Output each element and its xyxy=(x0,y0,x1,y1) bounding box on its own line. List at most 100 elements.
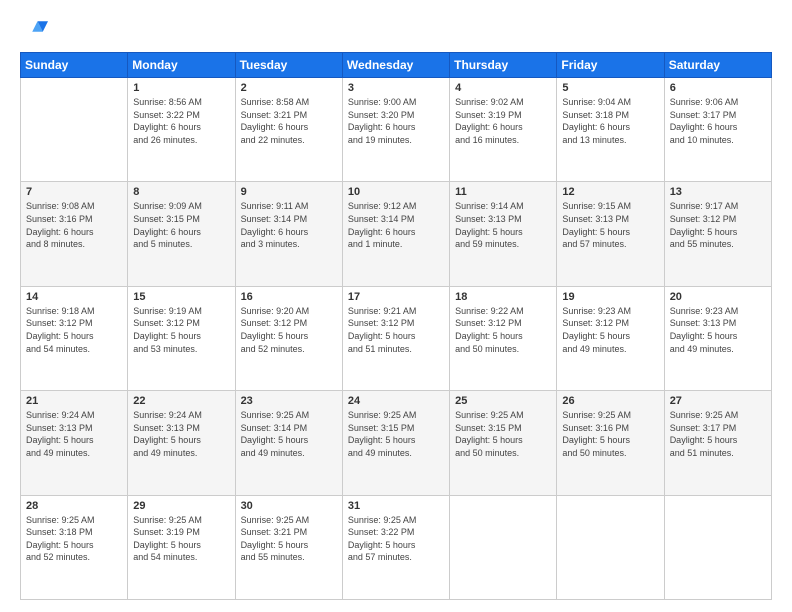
calendar-cell: 22 Sunrise: 9:24 AM Sunset: 3:13 PM Dayli… xyxy=(128,391,235,495)
weekday-header-monday: Monday xyxy=(128,53,235,78)
day-number: 2 xyxy=(241,82,337,94)
calendar-cell: 3 Sunrise: 9:00 AM Sunset: 3:20 PM Daylig… xyxy=(342,78,449,182)
day-number: 19 xyxy=(562,291,658,303)
calendar-cell: 30Sunrise: 9:25 AM Sunset: 3:21 PM Dayli… xyxy=(235,495,342,599)
day-number: 29 xyxy=(133,500,229,512)
day-number: 9 xyxy=(241,186,337,198)
weekday-header-row: SundayMondayTuesdayWednesdayThursdayFrid… xyxy=(21,53,772,78)
page: SundayMondayTuesdayWednesdayThursdayFrid… xyxy=(0,0,792,612)
logo-icon xyxy=(20,16,48,44)
day-info: Sunrise: 9:24 AM Sunset: 3:13 PM Dayligh… xyxy=(26,409,122,459)
weekday-header-wednesday: Wednesday xyxy=(342,53,449,78)
day-number: 7 xyxy=(26,186,122,198)
day-info: Sunrise: 9:25 AM Sunset: 3:18 PM Dayligh… xyxy=(26,514,122,564)
weekday-header-friday: Friday xyxy=(557,53,664,78)
calendar-cell: 29 Sunrise: 9:25 AM Sunset: 3:19 PM Dayli… xyxy=(128,495,235,599)
day-info: Sunrise: 9:23 AM Sunset: 3:12 PM Dayligh… xyxy=(562,305,658,355)
week-row-5: 28Sunrise: 9:25 AM Sunset: 3:18 PM Dayli… xyxy=(21,495,772,599)
day-number: 30 xyxy=(241,500,337,512)
day-info: Sunrise: 9:09 AM Sunset: 3:15 PM Dayligh… xyxy=(133,200,229,250)
calendar-cell: 2 Sunrise: 8:58 AM Sunset: 3:21 PM Daylig… xyxy=(235,78,342,182)
day-number: 13 xyxy=(670,186,766,198)
day-info: Sunrise: 9:25 AM Sunset: 3:22 PM Dayligh… xyxy=(348,514,444,564)
weekday-header-thursday: Thursday xyxy=(450,53,557,78)
day-info: Sunrise: 9:25 AM Sunset: 3:14 PM Dayligh… xyxy=(241,409,337,459)
day-number: 6 xyxy=(670,82,766,94)
day-info: Sunrise: 9:04 AM Sunset: 3:18 PM Dayligh… xyxy=(562,96,658,146)
calendar-cell xyxy=(21,78,128,182)
day-number: 21 xyxy=(26,395,122,407)
day-info: Sunrise: 9:25 AM Sunset: 3:16 PM Dayligh… xyxy=(562,409,658,459)
calendar-cell xyxy=(664,495,771,599)
calendar-cell: 21 Sunrise: 9:24 AM Sunset: 3:13 PM Dayli… xyxy=(21,391,128,495)
week-row-4: 21 Sunrise: 9:24 AM Sunset: 3:13 PM Dayli… xyxy=(21,391,772,495)
weekday-header-sunday: Sunday xyxy=(21,53,128,78)
day-info: Sunrise: 9:21 AM Sunset: 3:12 PM Dayligh… xyxy=(348,305,444,355)
day-number: 23 xyxy=(241,395,337,407)
day-info: Sunrise: 9:14 AM Sunset: 3:13 PM Dayligh… xyxy=(455,200,551,250)
calendar-cell: 6 Sunrise: 9:06 AM Sunset: 3:17 PM Daylig… xyxy=(664,78,771,182)
day-number: 12 xyxy=(562,186,658,198)
calendar-cell: 31Sunrise: 9:25 AM Sunset: 3:22 PM Dayli… xyxy=(342,495,449,599)
weekday-header-tuesday: Tuesday xyxy=(235,53,342,78)
day-info: Sunrise: 9:25 AM Sunset: 3:15 PM Dayligh… xyxy=(348,409,444,459)
day-number: 3 xyxy=(348,82,444,94)
day-info: Sunrise: 9:20 AM Sunset: 3:12 PM Dayligh… xyxy=(241,305,337,355)
day-number: 25 xyxy=(455,395,551,407)
calendar-cell: 9Sunrise: 9:11 AM Sunset: 3:14 PM Daylig… xyxy=(235,182,342,286)
day-info: Sunrise: 9:19 AM Sunset: 3:12 PM Dayligh… xyxy=(133,305,229,355)
day-number: 10 xyxy=(348,186,444,198)
day-number: 14 xyxy=(26,291,122,303)
day-number: 27 xyxy=(670,395,766,407)
day-info: Sunrise: 9:12 AM Sunset: 3:14 PM Dayligh… xyxy=(348,200,444,250)
day-number: 18 xyxy=(455,291,551,303)
day-number: 16 xyxy=(241,291,337,303)
day-info: Sunrise: 9:08 AM Sunset: 3:16 PM Dayligh… xyxy=(26,200,122,250)
week-row-3: 14 Sunrise: 9:18 AM Sunset: 3:12 PM Dayli… xyxy=(21,286,772,390)
calendar-cell: 26 Sunrise: 9:25 AM Sunset: 3:16 PM Dayli… xyxy=(557,391,664,495)
day-info: Sunrise: 8:56 AM Sunset: 3:22 PM Dayligh… xyxy=(133,96,229,146)
day-info: Sunrise: 9:15 AM Sunset: 3:13 PM Dayligh… xyxy=(562,200,658,250)
calendar-cell: 23 Sunrise: 9:25 AM Sunset: 3:14 PM Dayli… xyxy=(235,391,342,495)
calendar-cell: 20Sunrise: 9:23 AM Sunset: 3:13 PM Dayli… xyxy=(664,286,771,390)
calendar-cell xyxy=(450,495,557,599)
day-info: Sunrise: 9:17 AM Sunset: 3:12 PM Dayligh… xyxy=(670,200,766,250)
day-info: Sunrise: 9:22 AM Sunset: 3:12 PM Dayligh… xyxy=(455,305,551,355)
calendar-cell: 18 Sunrise: 9:22 AM Sunset: 3:12 PM Dayli… xyxy=(450,286,557,390)
day-info: Sunrise: 9:02 AM Sunset: 3:19 PM Dayligh… xyxy=(455,96,551,146)
day-info: Sunrise: 9:06 AM Sunset: 3:17 PM Dayligh… xyxy=(670,96,766,146)
day-info: Sunrise: 9:25 AM Sunset: 3:15 PM Dayligh… xyxy=(455,409,551,459)
calendar-cell: 5 Sunrise: 9:04 AM Sunset: 3:18 PM Daylig… xyxy=(557,78,664,182)
day-info: Sunrise: 8:58 AM Sunset: 3:21 PM Dayligh… xyxy=(241,96,337,146)
calendar-cell: 14 Sunrise: 9:18 AM Sunset: 3:12 PM Dayli… xyxy=(21,286,128,390)
day-info: Sunrise: 9:25 AM Sunset: 3:19 PM Dayligh… xyxy=(133,514,229,564)
calendar-cell: 7 Sunrise: 9:08 AM Sunset: 3:16 PM Daylig… xyxy=(21,182,128,286)
day-number: 15 xyxy=(133,291,229,303)
day-number: 24 xyxy=(348,395,444,407)
calendar-cell: 15 Sunrise: 9:19 AM Sunset: 3:12 PM Dayli… xyxy=(128,286,235,390)
day-info: Sunrise: 9:18 AM Sunset: 3:12 PM Dayligh… xyxy=(26,305,122,355)
calendar-cell: 27 Sunrise: 9:25 AM Sunset: 3:17 PM Dayli… xyxy=(664,391,771,495)
calendar-cell: 12 Sunrise: 9:15 AM Sunset: 3:13 PM Dayli… xyxy=(557,182,664,286)
calendar-cell: 28Sunrise: 9:25 AM Sunset: 3:18 PM Dayli… xyxy=(21,495,128,599)
calendar-cell: 10 Sunrise: 9:12 AM Sunset: 3:14 PM Dayli… xyxy=(342,182,449,286)
day-info: Sunrise: 9:24 AM Sunset: 3:13 PM Dayligh… xyxy=(133,409,229,459)
calendar-cell: 1Sunrise: 8:56 AM Sunset: 3:22 PM Daylig… xyxy=(128,78,235,182)
day-info: Sunrise: 9:25 AM Sunset: 3:17 PM Dayligh… xyxy=(670,409,766,459)
day-number: 22 xyxy=(133,395,229,407)
day-number: 20 xyxy=(670,291,766,303)
day-info: Sunrise: 9:00 AM Sunset: 3:20 PM Dayligh… xyxy=(348,96,444,146)
calendar-cell: 25 Sunrise: 9:25 AM Sunset: 3:15 PM Dayli… xyxy=(450,391,557,495)
day-number: 4 xyxy=(455,82,551,94)
logo xyxy=(20,16,52,44)
header xyxy=(20,16,772,44)
calendar-cell: 11 Sunrise: 9:14 AM Sunset: 3:13 PM Dayli… xyxy=(450,182,557,286)
day-number: 11 xyxy=(455,186,551,198)
day-number: 26 xyxy=(562,395,658,407)
calendar-cell: 19 Sunrise: 9:23 AM Sunset: 3:12 PM Dayli… xyxy=(557,286,664,390)
weekday-header-saturday: Saturday xyxy=(664,53,771,78)
day-number: 5 xyxy=(562,82,658,94)
calendar-cell: 17 Sunrise: 9:21 AM Sunset: 3:12 PM Dayli… xyxy=(342,286,449,390)
day-number: 17 xyxy=(348,291,444,303)
calendar-table: SundayMondayTuesdayWednesdayThursdayFrid… xyxy=(20,52,772,600)
